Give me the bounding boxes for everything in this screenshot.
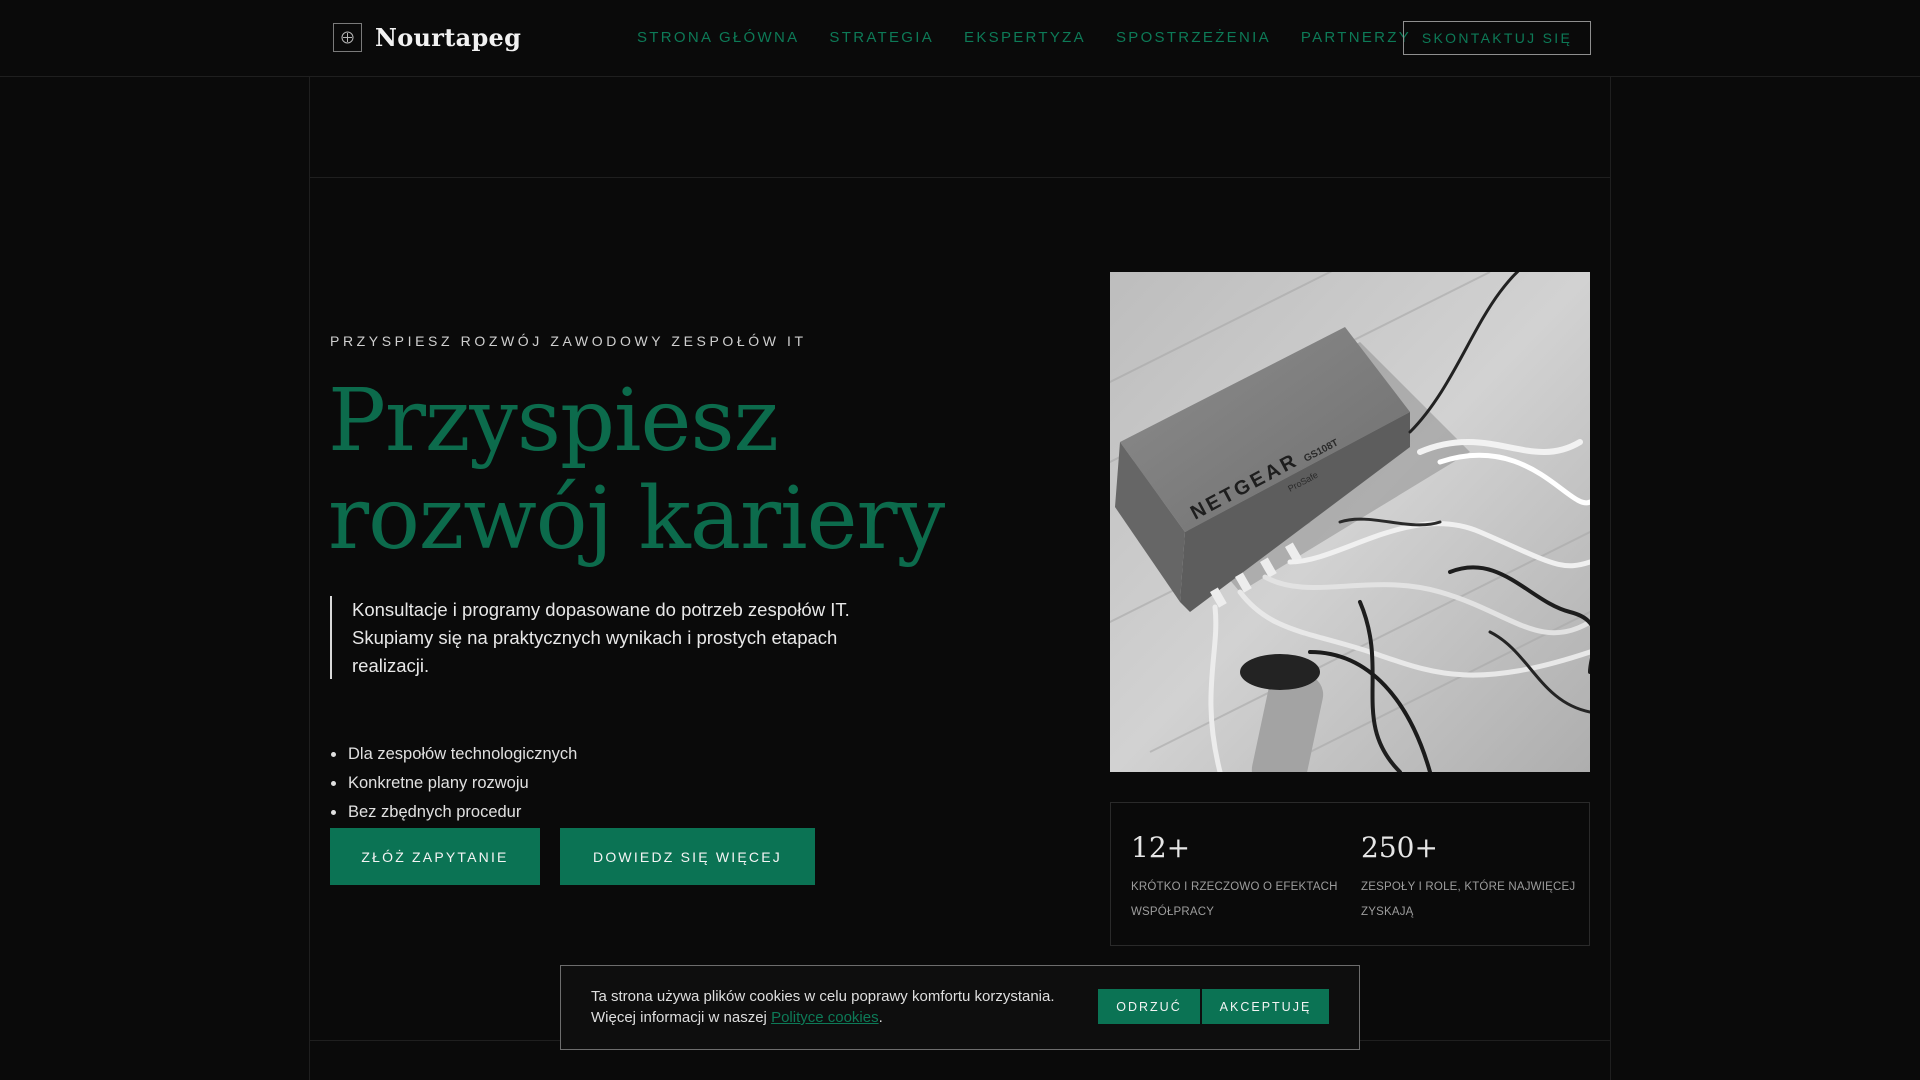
- learn-more-button[interactable]: DOWIEDZ SIĘ WIĘCEJ: [560, 828, 815, 885]
- list-item: Konkretne plany rozwoju: [330, 769, 577, 798]
- page: Nourtapeg STRONA GŁÓWNA STRATEGIA EKSPER…: [0, 0, 1920, 1080]
- cookie-message: Ta strona używa plików cookies w celu po…: [591, 986, 1091, 1028]
- cookie-banner: Ta strona używa plików cookies w celu po…: [560, 965, 1360, 1050]
- hero-eyebrow: PRZYSPIESZ ROZWÓJ ZAWODOWY ZESPOŁÓW IT: [330, 333, 807, 349]
- frame-line-left: [309, 77, 310, 1080]
- submit-inquiry-button[interactable]: ZŁÓŻ ZAPYTANIE: [330, 828, 540, 885]
- stat-item: 12+ KRÓTKO I RZECZOWO O EFEKTACH WSPÓŁPR…: [1131, 831, 1346, 925]
- nav-item-expertise[interactable]: EKSPERTYZA: [964, 29, 1086, 46]
- site-header: Nourtapeg STRONA GŁÓWNA STRATEGIA EKSPER…: [0, 0, 1920, 77]
- hero-bullets: Dla zespołów technologicznych Konkretne …: [330, 740, 577, 827]
- cookie-policy-link[interactable]: Polityce cookies: [771, 1009, 879, 1026]
- nav-item-strategy[interactable]: STRATEGIA: [829, 29, 934, 46]
- cookie-text-suffix: .: [878, 1009, 883, 1026]
- crosshair-icon: [333, 23, 362, 52]
- hero-lead: Konsultacje i programy dopasowane do pot…: [330, 596, 850, 679]
- main-nav: STRONA GŁÓWNA STRATEGIA EKSPERTYZA SPOST…: [637, 29, 1441, 46]
- hero-lead-text: Konsultacje i programy dopasowane do pot…: [352, 599, 850, 676]
- cookie-accept-button[interactable]: AKCEPTUJĘ: [1202, 989, 1329, 1024]
- nav-item-home[interactable]: STRONA GŁÓWNA: [637, 29, 799, 46]
- hero-image: NETGEAR ProSafe GS108T: [1110, 272, 1590, 772]
- stat-label: KRÓTKO I RZECZOWO O EFEKTACH WSPÓŁPRACY: [1131, 881, 1338, 918]
- frame-line-right: [1610, 77, 1611, 1080]
- hero-title: Przyspiesz rozwój kariery: [328, 371, 945, 569]
- stat-item: 250+ ZESPOŁY I ROLE, KTÓRE NAJWIĘCEJ ZYS…: [1361, 831, 1576, 925]
- brand-name: Nourtapeg: [375, 23, 522, 52]
- list-item: Bez zbędnych procedur: [330, 798, 577, 827]
- cookie-reject-button[interactable]: ODRZUĆ: [1098, 989, 1200, 1024]
- nav-item-insights[interactable]: SPOSTRZEŻENIA: [1116, 29, 1271, 46]
- stat-value: 250+: [1361, 831, 1438, 864]
- stat-value: 12+: [1131, 831, 1191, 864]
- nav-item-partners[interactable]: PARTNERZY: [1301, 29, 1411, 46]
- stats-panel: 12+ KRÓTKO I RZECZOWO O EFEKTACH WSPÓŁPR…: [1110, 802, 1590, 946]
- brand-logo[interactable]: Nourtapeg: [333, 23, 521, 52]
- frame-line-top: [310, 177, 1610, 178]
- list-item: Dla zespołów technologicznych: [330, 740, 577, 769]
- contact-button[interactable]: SKONTAKTUJ SIĘ: [1403, 21, 1591, 55]
- cookie-text-line1: Ta strona używa plików cookies w celu po…: [591, 988, 1055, 1005]
- stat-label: ZESPOŁY I ROLE, KTÓRE NAJWIĘCEJ ZYSKAJĄ: [1361, 881, 1576, 918]
- cookie-text-line2: Więcej informacji w naszej: [591, 1009, 772, 1026]
